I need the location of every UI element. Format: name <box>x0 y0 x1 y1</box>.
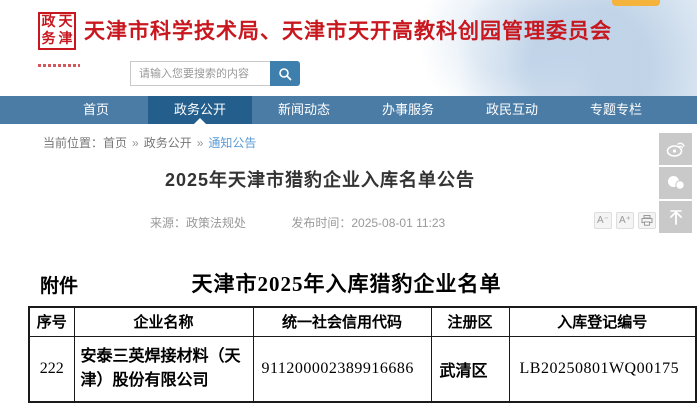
article-tools: A⁻ A⁺ <box>594 212 656 229</box>
arrow-up-icon <box>667 209 685 226</box>
cell-company-name: 安泰三英焊接材料（天津）股份有限公司 <box>74 336 253 402</box>
cell-registration-no: LB20250801WQ00175 <box>509 336 696 402</box>
site-header: 政天务津 天津市科学技术局、天津市天开高教科创园管理委员会 <box>0 0 697 96</box>
seal-char: 务 <box>42 32 56 48</box>
article-publish-time: 发布时间：2025-08-01 11:23 <box>291 216 445 230</box>
attachment-header: 附件 天津市2025年入库猎豹企业名单 <box>28 268 695 298</box>
print-button[interactable] <box>638 212 656 229</box>
search-input[interactable] <box>130 61 270 86</box>
page: 政天务津 天津市科学技术局、天津市天开高教科创园管理委员会 首页 政务公开 新闻… <box>0 0 697 417</box>
col-header-serial: 序号 <box>29 307 74 336</box>
weibo-icon <box>666 140 686 158</box>
col-header-company: 企业名称 <box>74 307 253 336</box>
search-bar <box>130 61 300 86</box>
share-sidebar <box>659 133 692 235</box>
cell-serial: 222 <box>29 336 74 402</box>
tianjin-gov-seal-icon: 政天务津 <box>38 12 76 50</box>
font-decrease-button[interactable]: A⁻ <box>594 212 612 229</box>
col-header-credit-code: 统一社会信用代码 <box>253 307 431 336</box>
seal-char: 天 <box>59 15 73 31</box>
brand: 政天务津 天津市科学技术局、天津市天开高教科创园管理委员会 <box>38 12 612 50</box>
share-weibo-button[interactable] <box>659 133 692 165</box>
site-logo[interactable]: 政天务津 <box>38 12 76 50</box>
nav-item-services[interactable]: 办事服务 <box>356 96 460 124</box>
attachment-title: 天津市2025年入库猎豹企业名单 <box>78 268 615 298</box>
nav-item-label: 政务公开 <box>174 102 226 117</box>
nav-item-home[interactable]: 首页 <box>44 96 148 124</box>
breadcrumb-home[interactable]: 首页 <box>103 136 127 150</box>
table-header-row: 序号 企业名称 统一社会信用代码 注册区 入库登记编号 <box>29 307 696 336</box>
seal-char: 政 <box>42 15 56 31</box>
breadcrumb-prefix: 当前位置： <box>43 136 103 150</box>
attachment-section: 附件 天津市2025年入库猎豹企业名单 序号 企业名称 统一社会信用代码 注册区… <box>28 268 695 403</box>
nav-item-interaction[interactable]: 政民互动 <box>460 96 564 124</box>
nav-item-news[interactable]: 新闻动态 <box>252 96 356 124</box>
yellow-decoration <box>612 0 660 6</box>
col-header-district: 注册区 <box>431 307 509 336</box>
breadcrumb-separator: » <box>197 136 204 150</box>
breadcrumb-separator: » <box>132 136 139 150</box>
cell-district: 武清区 <box>431 336 509 402</box>
breadcrumb: 当前位置：首页 » 政务公开 » 通知公告 <box>43 134 256 151</box>
attachment-label: 附件 <box>40 271 78 298</box>
font-increase-button[interactable]: A⁺ <box>616 212 634 229</box>
share-wechat-button[interactable] <box>659 167 692 199</box>
article-source: 来源：政策法规处 <box>150 216 246 230</box>
magnifier-icon <box>278 67 292 81</box>
article-meta: 来源：政策法规处 发布时间：2025-08-01 11:23 <box>150 214 445 231</box>
article-title: 2025年天津市猎豹企业入库名单公告 <box>0 166 640 192</box>
table-row: 222 安泰三英焊接材料（天津）股份有限公司 91120000238991668… <box>29 336 696 402</box>
seal-caption-text <box>38 64 80 67</box>
search-button[interactable] <box>270 61 300 86</box>
seal-char: 津 <box>59 32 73 48</box>
nav-item-gov-info[interactable]: 政务公开 <box>148 96 252 124</box>
wechat-icon <box>666 175 686 191</box>
cell-credit-code: 911200002389916686 <box>253 336 431 402</box>
nav-item-special[interactable]: 专题专栏 <box>564 96 668 124</box>
back-to-top-button[interactable] <box>659 201 692 233</box>
col-header-registration-no: 入库登记编号 <box>509 307 696 336</box>
main-nav: 首页 政务公开 新闻动态 办事服务 政民互动 专题专栏 <box>0 96 697 124</box>
printer-icon <box>641 215 653 226</box>
breadcrumb-gov-info[interactable]: 政务公开 <box>144 136 192 150</box>
site-title: 天津市科学技术局、天津市天开高教科创园管理委员会 <box>84 12 612 45</box>
breadcrumb-notices[interactable]: 通知公告 <box>208 136 256 150</box>
enterprise-table: 序号 企业名称 统一社会信用代码 注册区 入库登记编号 222 安泰三英焊接材料… <box>28 306 697 403</box>
active-tab-notch <box>194 118 206 124</box>
